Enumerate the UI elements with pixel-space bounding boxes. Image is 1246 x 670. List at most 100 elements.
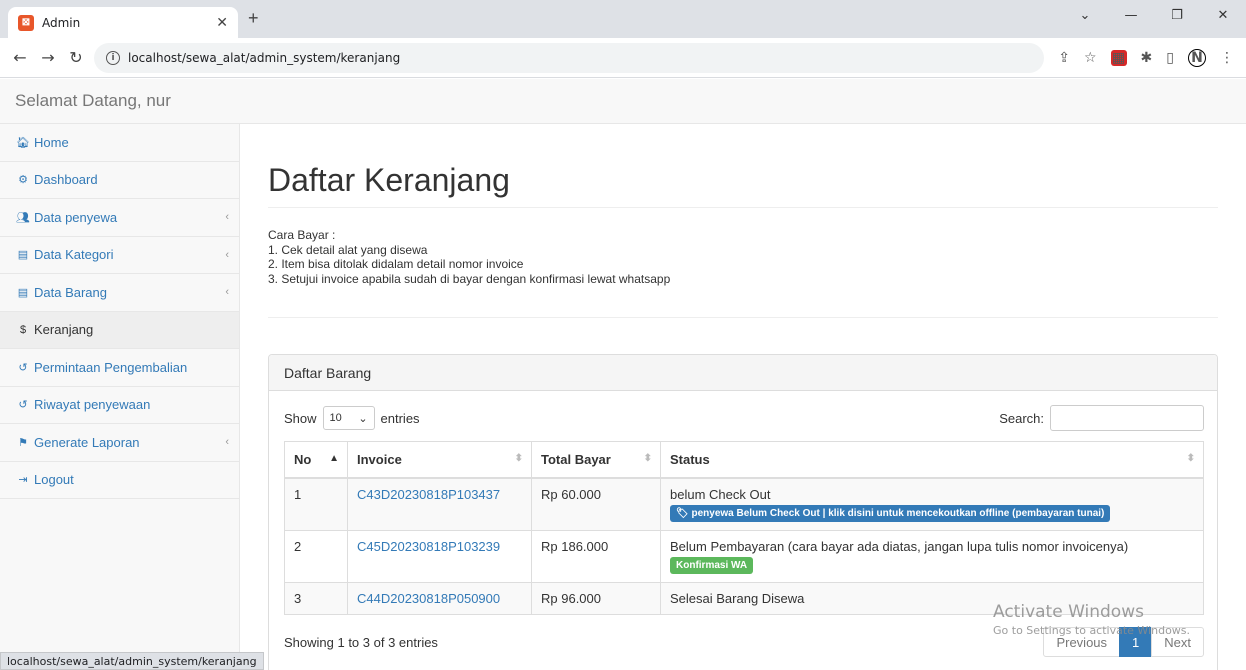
instructions-heading: Cara Bayar : <box>268 228 336 242</box>
sidebar-item-keranjang[interactable]: $ Keranjang <box>0 311 239 349</box>
instruction-step: 1. Cek detail alat yang disewa <box>268 242 428 257</box>
sidebar-item-label: Data Kategori <box>34 247 114 263</box>
browser-extensions: ⇪ ☆ ▦ ✱ ▯ N ⋮ <box>1058 48 1246 67</box>
sidebar-item-label: Data Barang <box>34 284 107 300</box>
panel-heading: Daftar Barang <box>269 355 1217 391</box>
list-icon: ▤ <box>17 286 29 299</box>
tab-search-icon[interactable]: ⌄ <box>1062 8 1108 23</box>
divider <box>268 317 1218 318</box>
column-header-total-bayar[interactable]: Total Bayar ⬍ <box>531 441 661 479</box>
dollar-icon: $ <box>19 323 27 336</box>
users-icon: 👥︎ <box>16 211 30 224</box>
navbar-brand[interactable]: Selamat Datang, nur <box>15 91 171 111</box>
next-button[interactable]: Next <box>1151 627 1204 657</box>
address-bar[interactable]: i localhost/sewa_alat/admin_system/keran… <box>94 42 1044 73</box>
sidebar-item-riwayat-penyewaan[interactable]: ↺ Riwayat penyewaan <box>0 387 239 424</box>
undo-icon: ↺ <box>18 361 28 374</box>
back-icon[interactable]: ← <box>6 48 34 67</box>
flag-icon: ⚑ <box>18 436 28 449</box>
forward-icon[interactable]: → <box>34 48 62 67</box>
sidebar-item-label: Riwayat penyewaan <box>34 397 151 413</box>
sidebar-item-label: Logout <box>34 472 74 488</box>
column-header-no[interactable]: No ▲ <box>284 441 348 479</box>
table-footer: Showing 1 to 3 of 3 entries Previous 1 N… <box>284 627 1204 657</box>
sidebar-item-label: Dashboard <box>34 172 98 188</box>
status-text: Belum Pembayaran (cara bayar ada diatas,… <box>670 538 1129 554</box>
cell-invoice: C43D20230818P103437 <box>347 477 532 531</box>
sidebar-item-generate-laporan[interactable]: ⚑ Generate Laporan ‹ <box>0 424 239 462</box>
sidebar-item-logout[interactable]: ⇥ Logout <box>0 462 239 499</box>
browser-tab[interactable]: ⊠ Admin ✕ <box>8 7 238 38</box>
list-icon: ▤ <box>17 249 29 262</box>
info-icon[interactable]: i <box>106 50 120 65</box>
restore-icon[interactable]: ❐ <box>1154 8 1200 23</box>
notion-extension-icon[interactable]: N <box>1188 48 1206 67</box>
cart-panel: Daftar Barang Show 10 ⌄ entries Search: <box>268 354 1218 670</box>
pagination: Previous 1 Next <box>1043 627 1204 657</box>
column-header-invoice[interactable]: Invoice ⬍ <box>347 441 532 479</box>
instruction-step: 2. Item bisa ditolak didalam detail nomo… <box>268 257 524 271</box>
share-icon[interactable]: ⇪ <box>1058 50 1070 66</box>
table-row: 3 C44D20230818P050900 Rp 96.000 Selesai … <box>284 581 1204 615</box>
column-label: Status <box>670 451 710 467</box>
sidebar-item-label: Permintaan Pengembalian <box>34 359 188 375</box>
app-navbar: Selamat Datang, nur <box>0 79 1246 124</box>
signout-icon: ⇥ <box>18 474 28 487</box>
chevron-down-icon: ⌄ <box>358 412 368 425</box>
sidebar-item-data-kategori[interactable]: ▤ Data Kategori ‹ <box>0 237 239 274</box>
offline-checkout-badge[interactable]: 🏷︎ penyewa Belum Check Out | klik disini… <box>670 504 1111 522</box>
browser-toolbar: ← → ↻ i localhost/sewa_alat/admin_system… <box>0 38 1246 78</box>
browser-tabbar: ⊠ Admin ✕ + ⌄ — ❐ ✕ <box>0 0 1246 38</box>
tab-close-icon[interactable]: ✕ <box>216 14 228 31</box>
page-1-button[interactable]: 1 <box>1119 627 1153 657</box>
sidebar-item-data-penyewa[interactable]: 👥︎ Data penyewa ‹ <box>0 199 239 237</box>
extension-red-icon[interactable]: ▦ <box>1110 49 1127 66</box>
bookmark-star-icon[interactable]: ☆ <box>1084 50 1097 66</box>
search-input[interactable] <box>1050 405 1204 431</box>
entries-select[interactable]: 10 ⌄ <box>322 406 375 430</box>
cell-no: 3 <box>284 581 348 615</box>
payment-instructions: Cara Bayar : 1. Cek detail alat yang dis… <box>268 228 670 286</box>
column-label: Total Bayar <box>541 451 611 467</box>
table-controls: Show 10 ⌄ entries Search: <box>284 405 1204 431</box>
side-panel-icon[interactable]: ▯ <box>1166 50 1174 66</box>
table-row: 1 C43D20230818P103437 Rp 60.000 belum Ch… <box>284 477 1204 531</box>
chevron-left-icon: ‹ <box>225 436 229 449</box>
sidebar-item-data-barang[interactable]: ▤ Data Barang ‹ <box>0 274 239 312</box>
column-header-status[interactable]: Status ⬍ <box>660 441 1204 479</box>
window-close-icon[interactable]: ✕ <box>1200 8 1246 23</box>
extensions-puzzle-icon[interactable]: ✱ <box>1141 50 1153 66</box>
sidebar-item-label: Home <box>34 134 69 150</box>
divider <box>268 207 1218 208</box>
table-header-row: No ▲ Invoice ⬍ Total Bayar ⬍ Status ⬍ <box>284 441 1204 479</box>
show-label: Show <box>284 410 317 426</box>
table-info: Showing 1 to 3 of 3 entries <box>284 634 438 650</box>
minimize-icon[interactable]: — <box>1108 8 1154 23</box>
sidebar-item-permintaan-pengembalian[interactable]: ↺ Permintaan Pengembalian <box>0 349 239 387</box>
new-tab-icon[interactable]: + <box>248 8 259 29</box>
undo-icon: ↺ <box>18 399 28 412</box>
sort-icon: ⬍ <box>514 453 523 464</box>
dashboard-icon: ⚙ <box>18 174 28 187</box>
cell-invoice: C44D20230818P050900 <box>347 581 532 615</box>
sidebar-item-label: Generate Laporan <box>34 434 140 450</box>
konfirmasi-wa-button[interactable]: Konfirmasi WA <box>670 556 754 574</box>
status-text: Selesai Barang Disewa <box>670 590 805 606</box>
table-search: Search: <box>999 405 1204 431</box>
sort-asc-icon: ▲ <box>329 453 339 464</box>
sidebar-item-dashboard[interactable]: ⚙ Dashboard <box>0 162 239 199</box>
invoice-link[interactable]: C44D20230818P050900 <box>357 591 500 606</box>
sidebar-item-label: Data penyewa <box>34 209 118 225</box>
browser-menu-icon[interactable]: ⋮ <box>1220 50 1234 66</box>
cell-total: Rp 60.000 <box>531 477 661 531</box>
invoice-link[interactable]: C43D20230818P103437 <box>357 487 500 502</box>
sidebar: 🏠︎ Home ⚙ Dashboard 👥︎ Data penyewa ‹ ▤ … <box>0 124 240 670</box>
reload-icon[interactable]: ↻ <box>62 48 90 67</box>
page-title: Daftar Keranjang <box>268 162 510 198</box>
previous-button[interactable]: Previous <box>1043 627 1121 657</box>
search-label: Search: <box>999 410 1044 426</box>
chevron-left-icon: ‹ <box>225 286 229 299</box>
invoice-link[interactable]: C45D20230818P103239 <box>357 539 500 554</box>
status-text: belum Check Out <box>670 486 771 502</box>
sidebar-item-home[interactable]: 🏠︎ Home <box>0 124 239 162</box>
